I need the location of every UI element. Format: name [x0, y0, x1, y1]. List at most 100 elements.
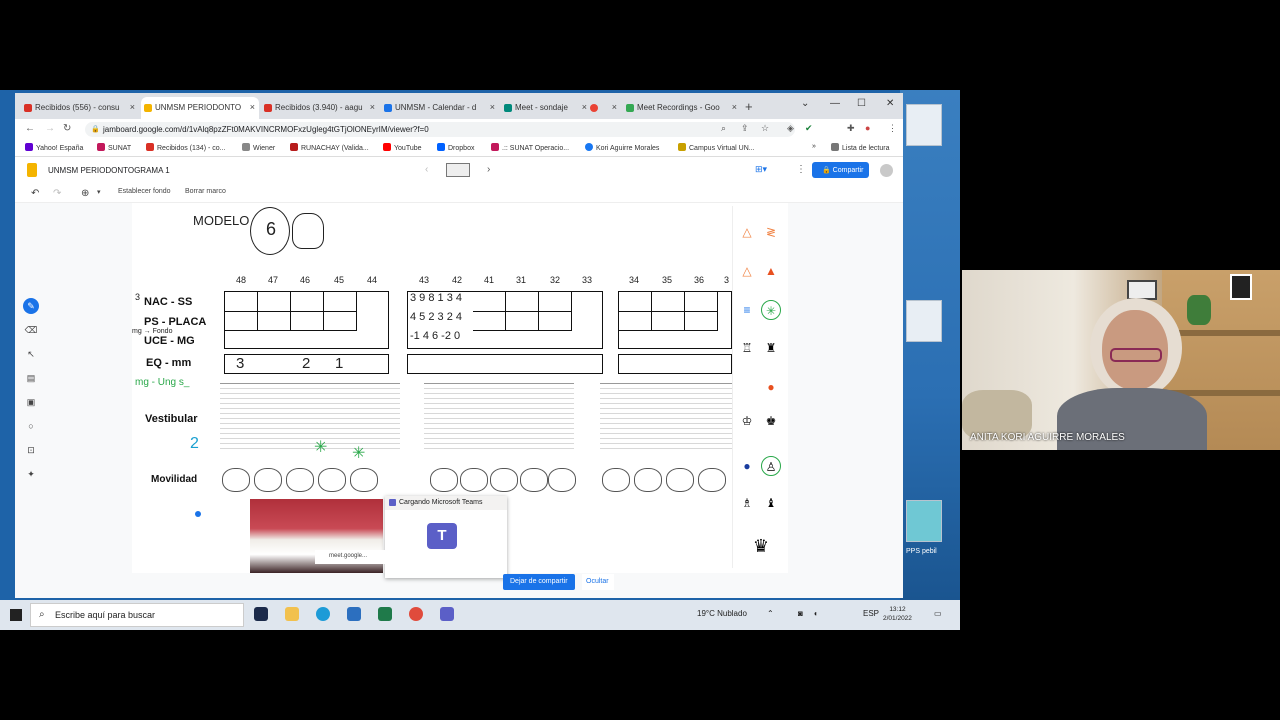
triangle-outline-icon[interactable]: △	[737, 222, 757, 242]
url-input[interactable]: 🔒 jamboard.google.com/d/1vAlq8pzZFt0MAKVI…	[85, 122, 795, 137]
new-tab-icon[interactable]: +	[745, 99, 753, 114]
blue-dot-icon[interactable]: ●	[737, 456, 757, 476]
network-icon[interactable]: ◙	[798, 609, 803, 618]
redo-icon[interactable]: ↷	[53, 188, 61, 199]
desktop-icon-pdf[interactable]	[906, 104, 942, 146]
pen-icon[interactable]: ✎	[23, 298, 39, 314]
tab-drive[interactable]: Meet Recordings - Goo ×	[623, 97, 741, 119]
tab-calendar[interactable]: UNMSM - Calendar - d ×	[381, 97, 499, 119]
prev-frame-icon[interactable]: ‹	[425, 164, 428, 175]
tooth-large-icon[interactable]: ♛	[751, 536, 771, 556]
tooth-dark-icon[interactable]: ♜	[761, 338, 781, 358]
close-icon[interactable]: ×	[490, 102, 495, 112]
tooth-black-icon[interactable]: ♚	[761, 411, 781, 431]
taskbar-search-input[interactable]: ⌕ Escribe aquí para buscar	[30, 603, 244, 627]
select-icon[interactable]: ↖	[23, 346, 39, 362]
eraser-icon[interactable]: ⌫	[23, 322, 39, 338]
jam-title[interactable]: UNMSM PERIODONTOGRAMA 1	[48, 166, 170, 175]
laser-icon[interactable]: ✦	[23, 466, 39, 482]
sticky-note-icon[interactable]: ▤	[23, 370, 39, 386]
present-icon[interactable]: ⊞▾	[755, 164, 767, 175]
tab-meet[interactable]: Meet - sondaje ×	[501, 97, 591, 119]
meet-sharing-tab[interactable]: meet.google...	[315, 550, 390, 564]
hide-button[interactable]: Ocultar	[582, 574, 614, 590]
close-window-icon[interactable]: ✕	[886, 98, 894, 109]
back-icon[interactable]: ←	[25, 123, 35, 134]
close-icon[interactable]: ×	[370, 102, 375, 112]
reload-icon[interactable]: ↻	[63, 123, 71, 134]
reading-list[interactable]: Lista de lectura	[831, 143, 889, 152]
terminal-icon[interactable]	[254, 607, 268, 621]
windows-start-icon[interactable]	[10, 609, 22, 621]
tab-recording[interactable]: ×	[587, 97, 621, 119]
bookmark-youtube[interactable]: YouTube	[383, 143, 422, 152]
weather-status[interactable]: 19°C Nublado	[697, 609, 747, 618]
frame-bar-thumbnail[interactable]	[446, 163, 470, 177]
chrome-icon[interactable]	[409, 607, 423, 621]
file-explorer-icon[interactable]	[285, 607, 299, 621]
zoom-icon[interactable]: ⌕	[721, 123, 726, 134]
bookmark-runachay[interactable]: RUNACHAY (Valida...	[290, 143, 369, 152]
bookmark-campus[interactable]: Campus Virtual UN...	[678, 143, 755, 152]
clear-frame-button[interactable]: Borrar marco	[185, 188, 226, 195]
blue-lines-icon[interactable]: ≡	[737, 300, 757, 320]
textbox-icon[interactable]: ⊡	[23, 442, 39, 458]
tooth-crown-icon[interactable]: ♔	[737, 411, 757, 431]
zoom-dropdown-icon[interactable]: ▾	[97, 188, 101, 196]
puzzle-extension-icon[interactable]: ✚	[847, 123, 855, 134]
close-icon[interactable]: ×	[250, 102, 255, 112]
language-indicator[interactable]: ESP	[863, 609, 879, 618]
tab-gmail-2[interactable]: Recibidos (3.940) - aagu ×	[261, 97, 379, 119]
stop-sharing-button[interactable]: Dejar de compartir	[503, 574, 575, 590]
checkmark-extension-icon[interactable]: ✔	[805, 123, 813, 134]
tab-search-icon[interactable]: ⌄	[801, 98, 809, 109]
close-icon[interactable]: ×	[732, 102, 737, 112]
bookmark-dropbox[interactable]: Dropbox	[437, 143, 474, 152]
share-page-icon[interactable]: ⇪	[741, 123, 749, 134]
desktop-icon-word[interactable]	[906, 300, 942, 342]
implant-outline-icon[interactable]: ♝	[761, 493, 781, 513]
account-avatar[interactable]	[880, 164, 893, 177]
image-icon[interactable]: ▣	[23, 394, 39, 410]
bookmark-sunat[interactable]: SUNAT	[97, 143, 131, 152]
bookmark-star-icon[interactable]: ☆	[761, 123, 769, 134]
tooth-outline-icon[interactable]: ♖	[737, 338, 757, 358]
participant-video-tile[interactable]: ANITA KORI AGUIRRE MORALES	[962, 270, 1280, 450]
bookmark-gmail[interactable]: Recibidos (134) - co...	[146, 143, 225, 152]
set-background-button[interactable]: Establecer fondo	[118, 188, 171, 195]
close-icon[interactable]: ×	[130, 102, 135, 112]
triangle-outline-icon[interactable]: △	[737, 261, 757, 281]
tray-overflow-icon[interactable]: ⌃	[767, 609, 774, 618]
circle-icon[interactable]: ○	[23, 418, 39, 434]
edge-icon[interactable]	[316, 607, 330, 621]
maximize-icon[interactable]: ☐	[857, 98, 866, 109]
bookmark-sunat-op[interactable]: .:: SUNAT Operacio...	[491, 143, 569, 152]
bookmark-facebook[interactable]: Kori Aguirre Morales	[585, 143, 659, 152]
more-menu-icon[interactable]: ⋮	[796, 164, 806, 175]
undo-icon[interactable]: ↶	[31, 188, 39, 199]
notifications-icon[interactable]: ▭	[934, 609, 942, 618]
bookmark-yahoo[interactable]: Yahoo! España	[25, 143, 83, 152]
implant-icon[interactable]: ♗	[737, 493, 757, 513]
tab-gmail-1[interactable]: Recibidos (556) - consu ×	[21, 97, 139, 119]
bookmark-wiener[interactable]: Wiener	[242, 143, 275, 152]
close-icon[interactable]: ×	[612, 102, 617, 112]
forward-icon[interactable]: →	[45, 123, 55, 134]
extension-icon[interactable]: ◈	[787, 123, 794, 134]
triangle-filled-icon[interactable]: ▲	[761, 261, 781, 281]
zigzag-icon[interactable]: ≷	[761, 222, 781, 242]
green-star-icon[interactable]: ✳	[761, 300, 781, 320]
volume-icon[interactable]: ◖	[813, 609, 818, 618]
share-button[interactable]: 🔒 Compartir	[812, 162, 869, 178]
zoom-in-icon[interactable]: ⊕	[81, 188, 89, 199]
menu-dots-icon[interactable]: ⋮	[888, 123, 897, 134]
store-icon[interactable]	[378, 607, 392, 621]
tab-jamboard[interactable]: UNMSM PERIODONTO ×	[141, 97, 259, 119]
mail-icon[interactable]	[347, 607, 361, 621]
orange-dot-icon[interactable]: ●	[761, 377, 781, 397]
profile-icon[interactable]: ●	[865, 123, 870, 133]
tooth-margin-icon[interactable]: ♙	[761, 456, 781, 476]
taskbar-clock[interactable]: 13:12 2/01/2022	[883, 605, 912, 623]
minimize-icon[interactable]: —	[830, 98, 840, 109]
teams-taskbar-icon[interactable]	[440, 607, 454, 621]
